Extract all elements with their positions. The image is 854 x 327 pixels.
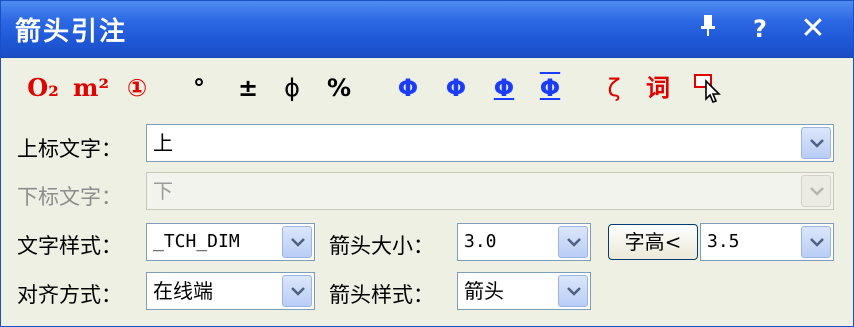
text-style-label: 文字样式： [17,234,122,258]
alignment-select[interactable]: 在线端 [146,272,315,310]
tool-circled-one-label: ① [126,74,148,102]
tool-steel-grade-2-label: Φ [445,74,467,102]
arrow-size-select[interactable]: 3.0 [457,223,591,261]
alignment-value: 在线端 [153,279,213,303]
tool-word-library-label: 词 [646,74,670,102]
chevron-down-icon[interactable] [558,275,588,307]
arrow-style-label: 箭头样式： [329,283,434,307]
tool-degree-label: ° [193,74,205,102]
tool-o2[interactable]: O₂ [19,63,67,113]
tool-word-library[interactable]: 词 [641,63,675,113]
pick-text-icon[interactable] [691,63,727,113]
chevron-down-icon[interactable] [801,175,831,207]
chevron-down-icon[interactable] [282,226,312,258]
tool-steel-grade-3[interactable]: Φ [487,63,521,113]
tool-m2[interactable]: m² [71,63,111,113]
lower-text-label: 下标文字： [17,185,122,209]
arrow-size-value: 3.0 [464,231,497,252]
tool-steel-grade-1[interactable]: Φ [391,63,425,113]
window-title: 箭头引注 [15,17,128,47]
text-style-value: _TCH_DIM [153,231,240,252]
chevron-down-icon[interactable] [282,275,312,307]
close-button[interactable]: ✕ [796,13,830,45]
help-button[interactable]: ? [743,13,777,45]
tool-steel-grade-2[interactable]: Φ [439,63,473,113]
arrow-size-label: 箭头大小： [329,234,434,258]
lower-text-value: 下 [153,179,173,203]
upper-text-value: 上 [153,131,173,155]
tool-degree[interactable]: ° [185,63,213,113]
chevron-down-icon[interactable] [558,226,588,258]
tool-special-char[interactable]: ζ [601,63,627,113]
lower-text-combo[interactable]: 下 [146,172,834,210]
tool-percent[interactable]: % [321,63,357,113]
tool-percent-label: % [326,74,352,102]
chevron-down-icon[interactable] [801,127,831,159]
tool-steel-grade-4-label: Φ [539,74,561,102]
tool-o2-label: O₂ [27,73,59,102]
upper-text-label: 上标文字： [17,137,122,161]
tool-m2-label: m² [73,73,109,102]
tool-phi-label: ϕ [284,74,300,102]
tool-steel-grade-1-label: Φ [397,74,419,102]
alignment-label: 对齐方式： [17,283,122,307]
upper-text-combo[interactable]: 上 [146,124,834,162]
tool-special-char-label: ζ [607,74,621,102]
tool-plus-minus-label: ± [237,74,259,102]
arrow-style-value: 箭头 [464,279,504,303]
tool-plus-minus[interactable]: ± [233,63,263,113]
char-height-value: 3.5 [707,231,740,252]
pin-icon[interactable] [691,13,725,45]
tool-phi[interactable]: ϕ [279,63,305,113]
char-height-select[interactable]: 3.5 [700,223,834,261]
title-bar: 箭头引注 ? ✕ [1,1,853,58]
tool-steel-grade-4[interactable]: Φ [533,63,567,113]
arrow-annotation-dialog: 箭头引注 ? ✕ O₂ m² ① ° ± ϕ % Φ Φ Φ Φ ζ 词 上标文… [0,0,854,327]
tool-circled-one[interactable]: ① [119,63,155,113]
char-height-button[interactable]: 字高< [608,224,698,260]
tool-steel-grade-3-label: Φ [493,74,515,102]
chevron-down-icon[interactable] [801,226,831,258]
arrow-style-select[interactable]: 箭头 [457,272,591,310]
text-style-select[interactable]: _TCH_DIM [146,223,315,261]
